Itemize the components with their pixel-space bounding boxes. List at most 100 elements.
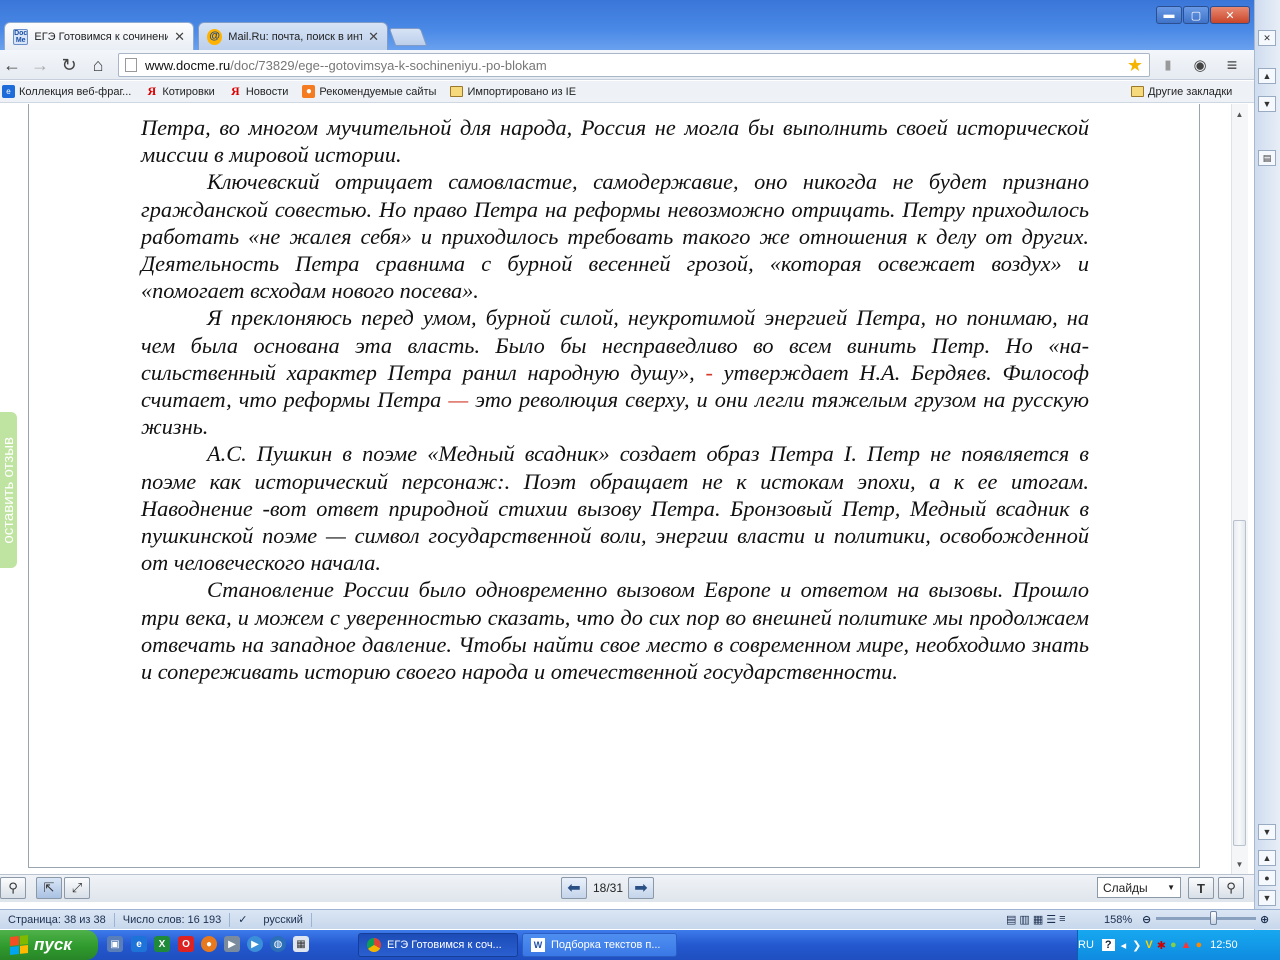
address-bar[interactable]: www.docme.ru/doc/73829/ege--gotovimsya-k… [118, 53, 1150, 77]
zoom-slider[interactable] [1156, 917, 1256, 920]
menu-icon[interactable]: ≡ [1220, 53, 1244, 77]
home-icon[interactable]: ⌂ [86, 53, 110, 77]
folder-icon [1131, 86, 1144, 97]
forward-icon[interactable]: → [28, 53, 52, 77]
browse-object-icon[interactable]: ● [1258, 870, 1276, 886]
tab-title: ЕГЭ Готовимся к сочинени [34, 30, 169, 43]
zoom-out-icon[interactable]: ⊖ [1142, 913, 1151, 926]
extension-icon[interactable]: ◉ [1188, 53, 1212, 77]
text-mode-icon[interactable]: T [1188, 877, 1214, 899]
alert-icon[interactable]: ▲ [1181, 939, 1192, 951]
document-text: Петра, во многом мучительной для народа,… [141, 114, 1089, 685]
help-icon[interactable]: ? [1101, 939, 1115, 951]
scroll-up-icon[interactable]: ▲ [1258, 68, 1276, 84]
start-button[interactable]: пуск [0, 930, 98, 960]
bookmark-other[interactable]: Другие закладки [1131, 86, 1232, 98]
player-icon[interactable]: ▶ [247, 936, 263, 952]
print-layout-icon[interactable]: ▤ [1006, 913, 1016, 926]
spellcheck-icon[interactable]: ✓ [230, 913, 255, 927]
desktop-icon[interactable]: ▣ [107, 936, 123, 952]
bookmark-label: Импортировано из IE [467, 85, 577, 98]
ie-icon[interactable]: e [131, 936, 147, 952]
minimize-button[interactable]: ▬ [1156, 6, 1182, 24]
calculator-icon[interactable]: ▦ [293, 936, 309, 952]
close-icon[interactable]: ✕ [1258, 30, 1276, 46]
bookmark-news[interactable]: Я Новости [229, 84, 288, 98]
feedback-tab[interactable]: оставить отзыв [0, 412, 17, 568]
volume-icon[interactable]: ◂ [1121, 939, 1127, 952]
scroll-down-icon[interactable]: ▼ [1233, 860, 1246, 869]
mail-icon: @ [207, 28, 223, 45]
yandex-icon: Я [230, 84, 240, 98]
signal-icon[interactable]: ▮ [1156, 53, 1180, 77]
language-indicator[interactable]: RU [1078, 939, 1094, 951]
language-indicator[interactable]: русский [255, 912, 312, 927]
pan-tool-icon[interactable]: ⇱ [36, 877, 62, 899]
prev-page-icon[interactable]: ▲ [1258, 850, 1276, 866]
tab-mail[interactable]: @ Mail.Ru: почта, поиск в инт ✕ [198, 22, 388, 50]
task-label: ЕГЭ Готовимся к соч... [387, 939, 502, 951]
taskbar-item-word[interactable]: W Подборка текстов п... [522, 933, 677, 957]
scroll-down-icon[interactable]: ▼ [1258, 96, 1276, 112]
word-count[interactable]: Число слов: 16 193 [115, 912, 231, 927]
scrollbar-thumb[interactable] [1233, 520, 1246, 846]
excel-icon[interactable]: X [154, 936, 170, 952]
view-mode-select[interactable]: Слайды ▼ [1097, 877, 1181, 898]
bookmark-quotes[interactable]: Я Котировки [145, 84, 214, 98]
document-icon[interactable]: ▤ [1258, 150, 1276, 166]
reload-icon[interactable]: ↻ [57, 53, 81, 77]
fullscreen-icon[interactable]: ⤢ [64, 877, 90, 899]
next-page-icon[interactable]: ▼ [1258, 890, 1276, 906]
word-icon: W [531, 938, 545, 952]
star-icon[interactable]: ★ [1127, 55, 1143, 76]
task-label: Подборка текстов п... [551, 939, 661, 951]
outline-icon[interactable]: ☰ [1046, 913, 1056, 926]
yandex-icon: Я [147, 84, 157, 98]
opera-icon[interactable]: O [178, 936, 194, 952]
page-border [28, 867, 1200, 868]
folder-icon [450, 86, 464, 97]
network-icon[interactable]: ❯ [1132, 939, 1141, 952]
bookmark-web-fragments[interactable]: e Коллекция веб-фраг... [2, 85, 131, 98]
globe-icon[interactable]: ◍ [270, 936, 286, 952]
next-page-icon[interactable]: ➡ [628, 877, 654, 899]
bluetooth-icon[interactable]: ✱ [1157, 939, 1166, 952]
back-icon[interactable]: ← [0, 53, 24, 77]
close-icon[interactable]: ✕ [174, 29, 185, 45]
zoom-search-icon[interactable]: ⚲ [0, 877, 26, 899]
taskbar-item-browser[interactable]: ЕГЭ Готовимся к соч... [358, 933, 518, 957]
zoom-level[interactable]: 158% [1104, 914, 1132, 926]
firefox-icon[interactable]: ● [201, 936, 217, 952]
view-mode-value: Слайды [1103, 880, 1148, 895]
prev-page-icon[interactable]: ⬅ [561, 877, 587, 899]
zoom-slider-knob[interactable] [1210, 911, 1217, 925]
background-window-edge [1254, 0, 1280, 930]
antivirus-icon[interactable]: V [1145, 939, 1152, 951]
maximize-button[interactable]: ▢ [1183, 6, 1209, 24]
bookmark-imported-ie[interactable]: Импортировано из IE [450, 86, 576, 98]
system-tray: RU ? ◂ ❯ V ✱ ● ▲ ● 12:50 [1077, 930, 1280, 960]
web-layout-icon[interactable]: ▦ [1033, 913, 1043, 926]
bookmark-recommended[interactable]: ● Рекомендуемые сайты [302, 85, 436, 98]
word-status-bar: Страница: 38 из 38 Число слов: 16 193 ✓ … [0, 909, 1280, 929]
shield-icon[interactable]: ● [1170, 939, 1177, 951]
media-icon[interactable]: ▶ [224, 936, 240, 952]
new-tab-button[interactable] [388, 28, 428, 46]
tab-docme[interactable]: Doc Me ЕГЭ Готовимся к сочинени ✕ [4, 22, 194, 50]
scroll-up-icon[interactable]: ▲ [1233, 110, 1246, 119]
reading-layout-icon[interactable]: ▥ [1019, 913, 1029, 926]
update-icon[interactable]: ● [1195, 939, 1202, 951]
tab-title: Mail.Ru: почта, поиск в инт [228, 30, 363, 43]
red-dash: - [705, 359, 713, 385]
bookmarks-bar: e Коллекция веб-фраг... Я Котировки Я Но… [0, 81, 1254, 103]
zoom-in-icon[interactable]: ⊕ [1260, 913, 1269, 926]
draft-icon[interactable]: ≡ [1059, 913, 1065, 926]
scroll-down-icon[interactable]: ▼ [1258, 824, 1276, 840]
page-border [1199, 104, 1200, 868]
window-close-button[interactable]: ✕ [1210, 6, 1250, 24]
clock[interactable]: 12:50 [1210, 939, 1238, 951]
page-count[interactable]: Страница: 38 из 38 [0, 912, 115, 927]
page-border [28, 104, 29, 868]
close-icon[interactable]: ✕ [368, 29, 379, 45]
search-icon[interactable]: ⚲ [1218, 877, 1244, 899]
